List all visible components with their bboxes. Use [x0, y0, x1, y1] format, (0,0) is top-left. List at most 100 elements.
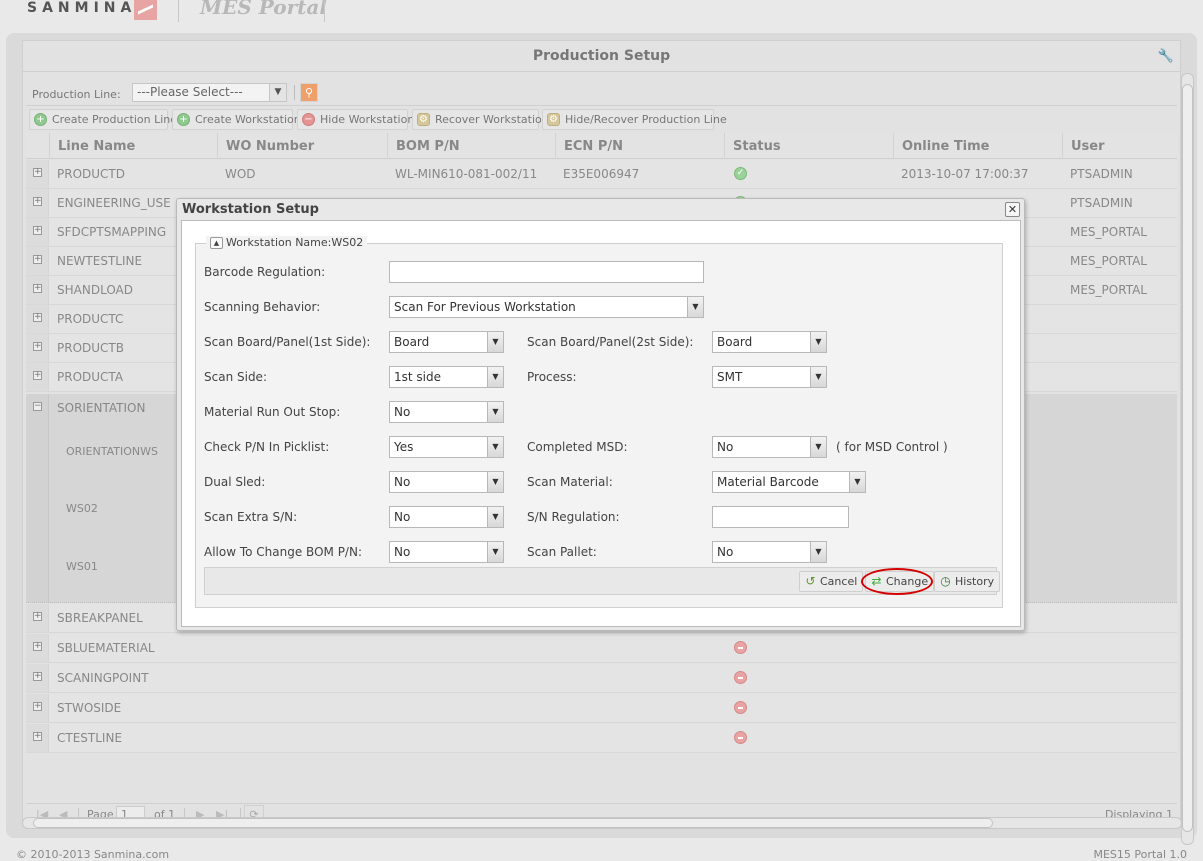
line-name-cell: PRODUCTA [57, 370, 124, 384]
line-name-cell: PRODUCTB [57, 341, 124, 355]
expand-icon[interactable]: + [33, 284, 42, 293]
table-row[interactable]: + CTESTLINE [26, 724, 1177, 753]
completed-msd-select[interactable]: No ▼ [712, 436, 827, 458]
status-inactive-icon [734, 701, 747, 714]
dual-sled-select[interactable]: No ▼ [389, 471, 504, 493]
row-expander[interactable]: + [26, 189, 49, 217]
close-button[interactable]: ✕ [1005, 202, 1020, 217]
row-expander[interactable]: + [26, 305, 49, 333]
cancel-button[interactable]: ↺ Cancel [799, 571, 864, 592]
row-expander[interactable]: + [26, 276, 49, 304]
check-pn-picklist-select[interactable]: Yes ▼ [389, 436, 504, 458]
barcode-regulation-label: Barcode Regulation: [204, 265, 326, 279]
expand-icon[interactable]: + [33, 255, 42, 264]
expand-icon[interactable]: + [33, 371, 42, 380]
collapse-icon[interactable]: − [33, 402, 42, 411]
select-value: No [717, 545, 734, 559]
material-run-out-stop-select[interactable]: No ▼ [389, 401, 504, 423]
row-expander[interactable]: + [26, 363, 49, 391]
column-header-user[interactable]: User [1062, 133, 1177, 159]
row-expander[interactable]: + [26, 634, 49, 662]
row-expander[interactable]: + [26, 664, 49, 692]
row-expander[interactable]: + [26, 334, 49, 362]
expand-icon[interactable]: + [33, 197, 42, 206]
expand-icon[interactable]: + [33, 702, 42, 711]
select-value: No [717, 440, 734, 454]
hide-recover-production-line-button[interactable]: ⚙ Hide/Recover Production Line [542, 109, 727, 130]
gear-edit-icon: ⚙ [417, 113, 430, 126]
column-header-online-time[interactable]: Online Time [893, 133, 1062, 159]
column-header-ecn-pn[interactable]: ECN P/N [555, 133, 724, 159]
row-expander[interactable]: + [26, 604, 49, 632]
chevron-down-icon: ▼ [849, 472, 865, 492]
legend-text: Workstation Name:WS02 [226, 236, 364, 249]
collapse-toggle-icon[interactable]: ▲ [210, 237, 223, 249]
scan-side-select[interactable]: 1st side ▼ [389, 366, 504, 388]
line-name-cell: NEWTESTLINE [57, 254, 143, 268]
line-name-cell: PRODUCTC [57, 312, 124, 326]
line-name-cell: CTESTLINE [57, 731, 123, 745]
row-expander[interactable]: + [26, 694, 49, 722]
table-row[interactable]: + PRODUCTD WOD WL-MIN610-081-002/11 E35E0069… [26, 160, 1177, 189]
hide-workstation-button[interactable]: − Hide Workstation [297, 109, 414, 130]
scan-material-select[interactable]: Material Barcode ▼ [712, 471, 866, 493]
wrench-icon[interactable]: 🔧 [1158, 41, 1174, 72]
horizontal-scrollbar[interactable] [22, 817, 1182, 829]
workstation-item[interactable]: WS01 [66, 560, 98, 573]
allow-change-bom-select[interactable]: No ▼ [389, 541, 504, 563]
create-workstation-button[interactable]: + Create Workstation [172, 109, 301, 130]
status-inactive-icon [734, 641, 747, 654]
table-row[interactable]: + SCANINGPOINT [26, 664, 1177, 693]
process-select[interactable]: SMT ▼ [712, 366, 827, 388]
button-label: History [955, 575, 995, 588]
row-expander[interactable]: + [26, 247, 49, 275]
brand-logo-icon [134, 0, 157, 20]
history-button[interactable]: ◷ History [934, 571, 1001, 592]
scrollbar-thumb[interactable] [33, 818, 993, 828]
scanning-behavior-select[interactable]: Scan For Previous Workstation ▼ [389, 296, 704, 318]
search-icon: ⚲ [304, 86, 314, 99]
row-expander[interactable]: − [26, 394, 49, 602]
workstation-item[interactable]: WS02 [66, 502, 98, 515]
expand-icon[interactable]: + [33, 168, 42, 177]
material-run-out-stop-label: Material Run Out Stop: [204, 405, 341, 419]
scan-board-1st-select[interactable]: Board ▼ [389, 331, 504, 353]
expand-icon[interactable]: + [33, 226, 42, 235]
scan-extra-sn-select[interactable]: No ▼ [389, 506, 504, 528]
dialog-title: Workstation Setup [182, 202, 319, 217]
dialog-body: ▲ Workstation Name:WS02 Barcode Regulatio… [181, 220, 1021, 627]
scrollbar-thumb[interactable] [1182, 84, 1193, 832]
scan-pallet-select[interactable]: No ▼ [712, 541, 827, 563]
barcode-regulation-input[interactable] [389, 261, 704, 283]
user-cell [1062, 363, 1070, 391]
row-expander[interactable]: + [26, 218, 49, 246]
row-expander[interactable]: + [26, 724, 49, 752]
expand-icon[interactable]: + [33, 612, 42, 621]
expand-icon[interactable]: + [33, 313, 42, 322]
production-line-select[interactable]: ---Please Select--- ▼ [132, 83, 287, 102]
column-header-status[interactable]: Status [724, 133, 893, 159]
column-header-bom-pn[interactable]: BOM P/N [387, 133, 555, 159]
vertical-scrollbar[interactable] [1181, 73, 1194, 845]
table-row[interactable]: + STWOSIDE [26, 694, 1177, 723]
scan-board-2st-label: Scan Board/Panel(2st Side): [527, 335, 694, 349]
expand-icon[interactable]: + [33, 732, 42, 741]
column-header-wo-number[interactable]: WO Number [217, 133, 387, 159]
expand-icon[interactable]: + [33, 672, 42, 681]
search-button[interactable]: ⚲ [300, 83, 318, 102]
table-row[interactable]: + SBLUEMATERIAL [26, 634, 1177, 663]
create-production-line-button[interactable]: + Create Production Line [29, 109, 177, 130]
column-header-line-name[interactable]: Line Name [49, 133, 217, 159]
expand-icon[interactable]: + [33, 342, 42, 351]
expand-icon[interactable]: + [33, 642, 42, 651]
sn-regulation-input[interactable] [712, 506, 849, 528]
scan-board-2st-select[interactable]: Board ▼ [712, 331, 827, 353]
workstation-item[interactable]: ORIENTATIONWS [66, 445, 158, 458]
recover-workstation-button[interactable]: ⚙ Recover Workstation [412, 109, 549, 130]
online-time-cell: 2013-10-07 17:00:37 [901, 167, 1029, 181]
completed-msd-label: Completed MSD: [527, 440, 628, 454]
select-value: 1st side [394, 370, 441, 384]
dual-sled-label: Dual Sled: [204, 475, 266, 489]
chevron-down-icon: ▼ [810, 367, 826, 387]
row-expander[interactable]: + [26, 160, 49, 188]
